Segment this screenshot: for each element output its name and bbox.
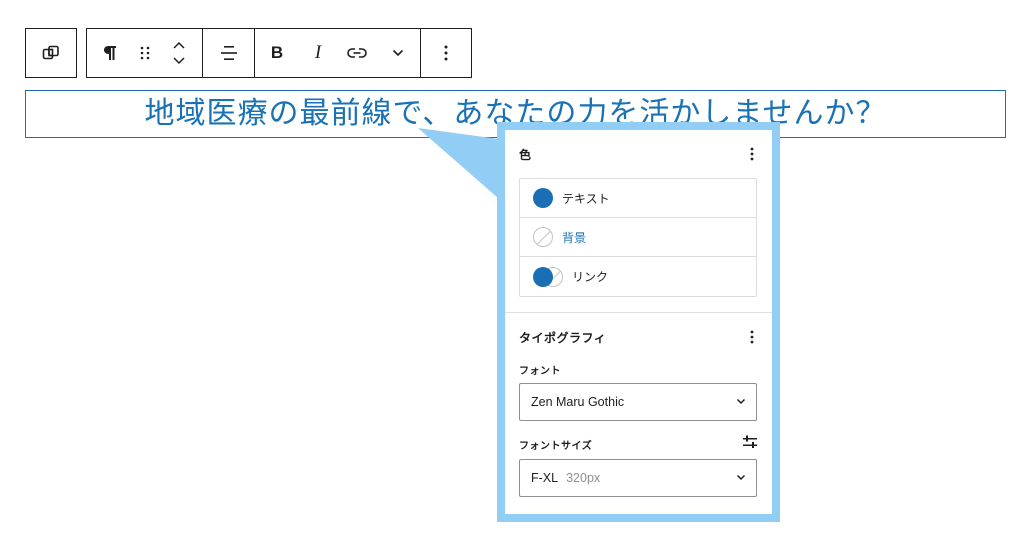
more-vertical-icon: [444, 45, 448, 61]
chevron-down-icon: [736, 474, 746, 481]
color-item-label: 背景: [562, 230, 587, 245]
font-size-custom-button[interactable]: [742, 434, 758, 453]
block-options-button[interactable]: [421, 29, 471, 77]
link-button[interactable]: [337, 29, 377, 77]
font-family-value: Zen Maru Gothic: [531, 395, 625, 409]
link-icon: [347, 48, 367, 58]
block-toolbar-transform: [25, 28, 77, 78]
drag-handle-icon: [140, 46, 150, 60]
pilcrow-icon: [104, 46, 116, 60]
bold-button[interactable]: B: [255, 29, 299, 77]
color-item-text[interactable]: テキスト: [520, 179, 756, 218]
move-up-down-icon: [173, 41, 185, 65]
align-button[interactable]: [203, 29, 254, 77]
italic-button[interactable]: I: [299, 29, 337, 77]
chevron-down-icon: [392, 49, 404, 57]
inspector-panel: 色 テキスト 背景 リンク タイポグラフィ フォント Zen Maru Goth…: [505, 130, 772, 514]
block-transform-icon: [42, 45, 59, 60]
italic-label: I: [314, 42, 322, 63]
font-size-px: 320px: [566, 471, 601, 485]
section-divider: [505, 312, 772, 313]
toolbar-block-controls: [87, 29, 203, 77]
font-family-label: フォント: [519, 366, 561, 377]
typography-section-header: タイポグラフィ: [519, 327, 760, 347]
color-item-label: テキスト: [562, 191, 610, 206]
color-section-header: 色: [519, 144, 760, 164]
typography-options-button[interactable]: [744, 327, 760, 347]
font-size-value: F-XL: [531, 471, 559, 485]
color-section-title: 色: [519, 147, 532, 162]
more-format-button[interactable]: [377, 29, 419, 77]
chevron-down-icon: [736, 398, 746, 405]
toolbar-format-group: B I: [255, 29, 421, 77]
bold-label: B: [270, 43, 284, 62]
toolbar-align-group: [203, 29, 255, 77]
block-toolbar: B I: [86, 28, 472, 78]
link-color-swatch: [533, 266, 563, 287]
font-size-select[interactable]: F-XL 320px: [519, 459, 757, 497]
color-item-background[interactable]: 背景: [520, 218, 756, 257]
callout-frame: 色 テキスト 背景 リンク タイポグラフィ フォント Zen Maru Goth…: [497, 122, 780, 522]
color-item-label: リンク: [572, 270, 609, 284]
move-up-down-button[interactable]: [157, 29, 201, 77]
align-center-icon: [220, 46, 237, 60]
font-family-select[interactable]: Zen Maru Gothic: [519, 383, 757, 421]
toolbar-options-group: [421, 29, 471, 77]
drag-handle[interactable]: [133, 29, 157, 77]
font-size-label: フォントサイズ: [519, 441, 593, 452]
background-color-swatch: [533, 227, 553, 247]
color-options-button[interactable]: [744, 144, 760, 164]
paragraph-button[interactable]: [87, 29, 133, 77]
typography-section-title: タイポグラフィ: [519, 330, 607, 345]
color-item-link[interactable]: リンク: [520, 257, 756, 296]
text-color-swatch: [533, 188, 553, 208]
more-vertical-icon: [750, 330, 754, 344]
block-transform-button[interactable]: [26, 29, 76, 77]
color-list: テキスト 背景 リンク: [519, 178, 757, 297]
more-vertical-icon: [750, 147, 754, 161]
sliders-icon: [743, 435, 757, 448]
